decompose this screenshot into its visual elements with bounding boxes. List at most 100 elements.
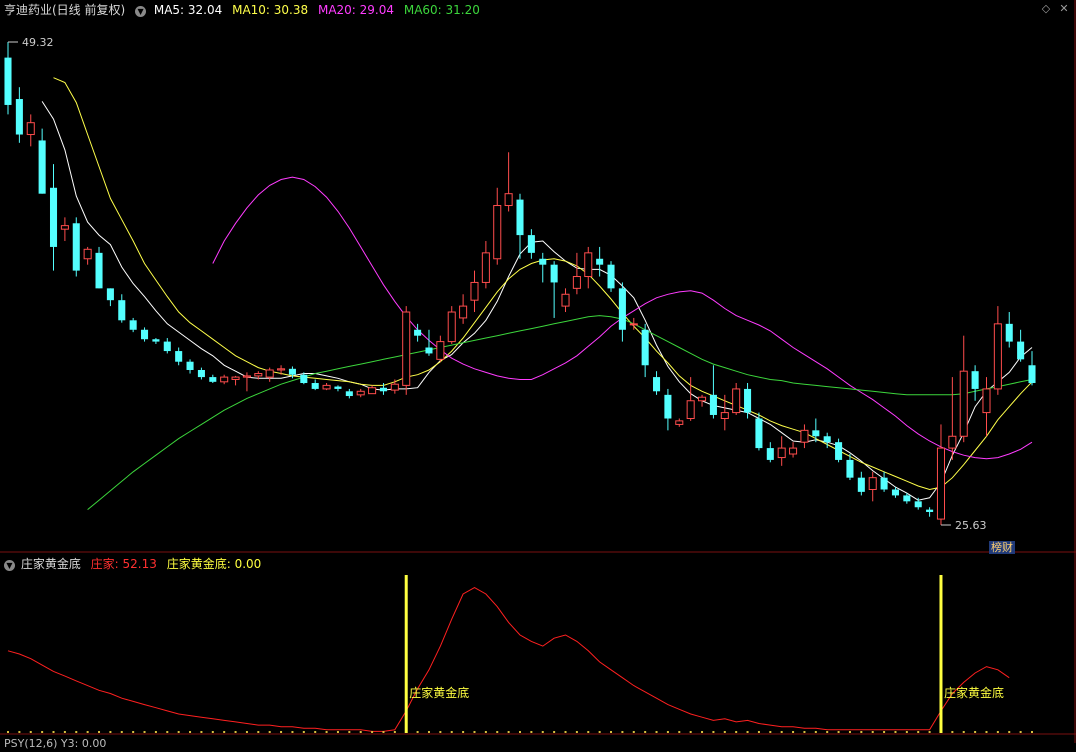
candle-body-up [265, 369, 274, 378]
candle-body-down [550, 264, 558, 283]
candle-body-up [959, 370, 968, 437]
baseline-dot [757, 731, 760, 733]
baseline-dot [302, 731, 305, 733]
candle-body-down [516, 199, 524, 236]
candle-body-up [368, 387, 377, 395]
candle-body-up [220, 376, 229, 383]
baseline-dot [1019, 731, 1022, 733]
candle-body-up [356, 390, 365, 396]
candle-body-down [163, 341, 171, 352]
baseline-dot [200, 731, 203, 733]
candle-body-up [277, 368, 286, 371]
baseline-dot [416, 731, 419, 733]
baseline-dot [553, 731, 556, 733]
candle-body-down [118, 300, 126, 321]
baseline-dot [780, 731, 783, 733]
ma-line-ma10 [53, 77, 1033, 491]
baseline-dot [655, 731, 658, 733]
high-price-label: 49.32 [22, 36, 54, 49]
candle-body-up [322, 384, 331, 390]
chart-window: 亨迪药业(日线 前复权) ▼ MA5: 32.04 MA10: 30.38 MA… [0, 0, 1076, 750]
baseline-dot [189, 731, 192, 733]
candle-body-up [447, 311, 456, 343]
candle-body-up [493, 205, 502, 260]
baseline-dot [962, 731, 965, 733]
candle-body-down [926, 509, 934, 512]
baseline-dot [735, 731, 738, 733]
baseline-dot [132, 731, 135, 733]
next-panel-header: PSY(12,6) Y3: 0.00 [4, 736, 112, 752]
baseline-dot [860, 731, 863, 733]
candle-body-down [891, 489, 899, 496]
candle-body-up [470, 281, 479, 301]
baseline-dot [598, 731, 601, 733]
candle-body-up [254, 373, 263, 377]
baseline-dot [234, 731, 237, 733]
baseline-dot [143, 731, 146, 733]
candle-body-down [914, 501, 922, 508]
baseline-dot [41, 731, 44, 733]
candle-body-down [903, 495, 911, 502]
baseline-dot [644, 731, 647, 733]
baseline-dot [689, 731, 692, 733]
baseline-dot [336, 731, 339, 733]
baseline-dot [826, 731, 829, 733]
candle-body-down [766, 448, 774, 460]
baseline-dot [883, 731, 886, 733]
baseline-dot [291, 731, 294, 733]
candle-body-down [288, 368, 296, 375]
candle-body-up [982, 388, 991, 414]
baseline-dot [257, 731, 260, 733]
candle-body-up [402, 311, 411, 386]
baseline-dot [541, 731, 544, 733]
chart-canvas[interactable]: 49.32 25.63 榜财庄家黄金底 庄家黄金底 [0, 0, 1076, 743]
baseline-dot [871, 731, 874, 733]
candle-body-up [504, 193, 513, 207]
candle-body-down [812, 430, 820, 437]
candle-body-up [868, 477, 877, 491]
golden-bottom-bar [939, 575, 943, 733]
candle-body-down [129, 320, 137, 330]
baseline-dot [427, 731, 430, 733]
baseline-dot [530, 731, 533, 733]
candle-body-down [38, 140, 46, 194]
candle-body-down [15, 99, 23, 135]
baseline-dot [211, 731, 214, 733]
candle-body-down [197, 369, 205, 378]
candle-body-up [242, 375, 251, 378]
zhuangjia-line [7, 587, 1010, 732]
candle-body-down [755, 418, 763, 449]
candle-body-up [800, 429, 809, 443]
candle-body-down [744, 388, 752, 413]
candle-body-down [664, 394, 672, 419]
candle-body-down [379, 387, 387, 392]
baseline-dot [52, 731, 55, 733]
ma-line-ma5 [41, 101, 1033, 501]
baseline-dot [678, 731, 681, 733]
baseline-dot [985, 731, 988, 733]
candle-body-down [823, 436, 831, 443]
candle-body-up [584, 252, 593, 278]
baseline-dot [29, 731, 32, 733]
baseline-dot [75, 731, 78, 733]
candle-body-up [390, 383, 399, 391]
baseline-dot [371, 731, 374, 733]
candle-body-down [414, 329, 422, 336]
baseline-dot [792, 731, 795, 733]
baseline-dot [325, 731, 328, 733]
candle-body-up [948, 435, 957, 449]
baseline-dot [848, 731, 851, 733]
candle-body-down [607, 264, 615, 289]
golden-bottom-bar [404, 575, 408, 733]
baseline-dot [507, 731, 510, 733]
candle-body-down [49, 187, 58, 247]
candle-body-up [231, 376, 240, 380]
candle-body-down [857, 477, 865, 492]
baseline-dot [746, 731, 749, 733]
candle-body-up [572, 276, 581, 289]
baseline-dot [382, 731, 385, 733]
baseline-dot [245, 731, 248, 733]
candle-body-down [334, 386, 342, 389]
baseline-dot [496, 731, 499, 733]
baseline-dot [462, 731, 465, 733]
